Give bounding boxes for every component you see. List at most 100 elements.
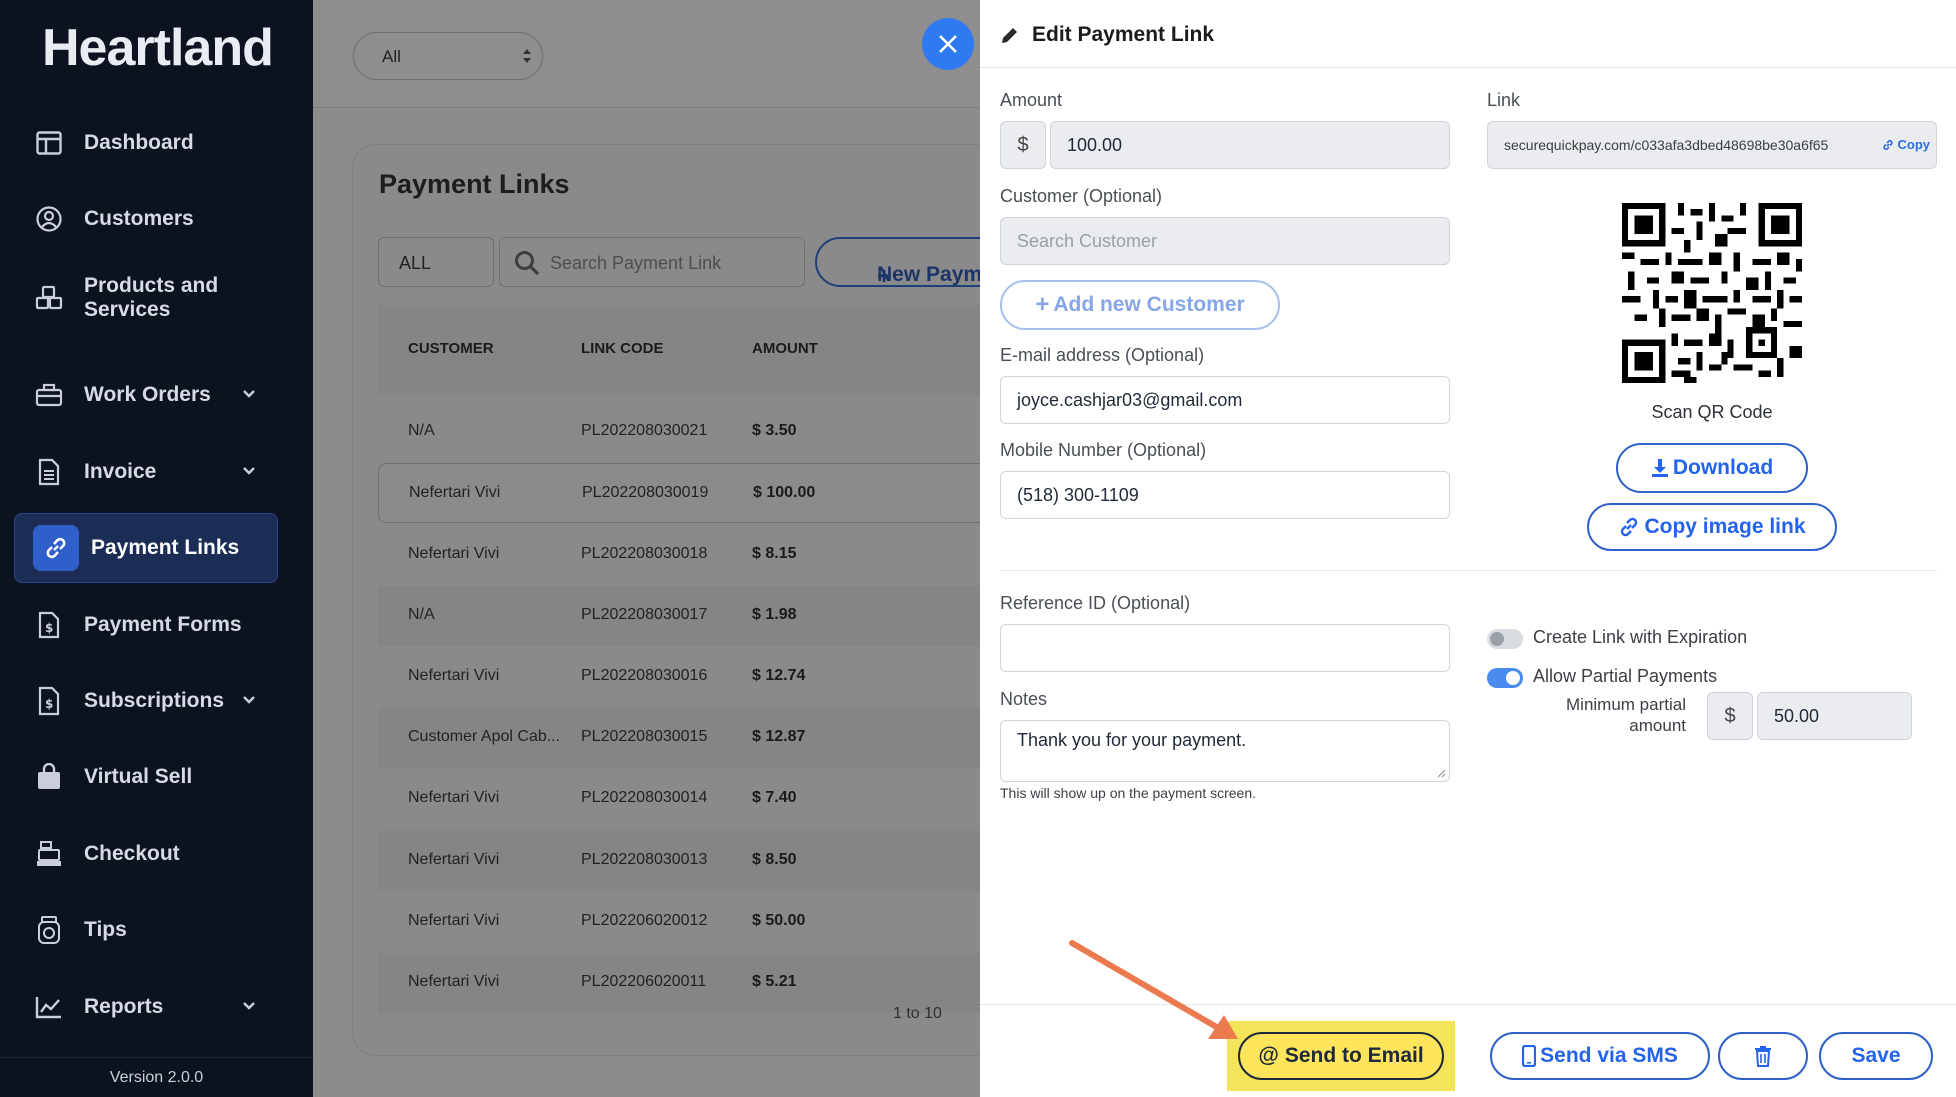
- cell-customer: Nefertari Vivi: [408, 912, 500, 929]
- link-icon: [1882, 139, 1893, 150]
- notes-value: Thank you for your payment.: [1017, 730, 1247, 750]
- close-icon: [939, 35, 957, 53]
- sidebar-item-checkout[interactable]: Checkout: [14, 819, 278, 889]
- delete-button[interactable]: [1718, 1032, 1808, 1080]
- brand-logo: Heartland: [42, 19, 274, 77]
- toggle-knob: [1490, 632, 1504, 646]
- cell-link-code: PL202208030018: [581, 545, 708, 562]
- cell-amount: $ 50.00: [752, 912, 806, 929]
- document-icon: [34, 457, 64, 487]
- cell-link-code: PL202208030016: [581, 667, 708, 684]
- new-button-label: New Paym: [877, 263, 980, 286]
- sidebar-item-payment-links[interactable]: Payment Links: [14, 513, 278, 583]
- table-row[interactable]: N/A PL202208030017 $ 1.98: [378, 586, 980, 646]
- min-partial-amount-input[interactable]: 50.00: [1757, 692, 1912, 740]
- table-row[interactable]: Nefertari Vivi PL202208030019 $ 100.00: [378, 463, 980, 523]
- table-row[interactable]: Nefertari Vivi PL202208030014 $ 7.40: [378, 769, 980, 829]
- qr-code-image: [1622, 203, 1802, 383]
- sidebar-item-customers[interactable]: Customers: [14, 184, 278, 254]
- cell-customer: N/A: [408, 422, 435, 439]
- cash-register-icon: [34, 839, 64, 869]
- download-button[interactable]: Download: [1616, 443, 1808, 493]
- search-input[interactable]: Search Payment Link: [499, 237, 805, 287]
- table-row[interactable]: Nefertari Vivi PL202208030013 $ 8.50: [378, 831, 980, 891]
- customer-label: Customer (Optional): [1000, 186, 1163, 206]
- user-circle-icon: [34, 204, 64, 234]
- location-select[interactable]: All: [353, 32, 543, 80]
- currency-addon: $: [1000, 121, 1046, 169]
- dollar-file-icon: $: [34, 610, 64, 640]
- sidebar-item-invoice[interactable]: Invoice: [14, 437, 278, 507]
- cell-link-code: PL202208030019: [582, 484, 709, 501]
- amount-label: Amount: [1000, 90, 1063, 110]
- panel-title: Edit Payment Link: [1032, 23, 1215, 46]
- cell-link-code: PL202208030017: [581, 606, 708, 623]
- dollar-file-icon: $: [34, 686, 64, 716]
- sidebar-item-label: Payment Links: [91, 536, 240, 559]
- cell-amount: $ 12.74: [752, 667, 806, 684]
- table-row[interactable]: Customer Apol Cab... PL202208030015 $ 12…: [378, 708, 980, 768]
- chevron-down-icon: [242, 386, 256, 404]
- sidebar-item-products-and-services[interactable]: Products and Services: [14, 263, 278, 333]
- sidebar-item-dashboard[interactable]: Dashboard: [14, 108, 278, 178]
- sidebar-item-label: Checkout: [84, 842, 180, 865]
- column-header: CUSTOMER: [408, 340, 494, 357]
- close-panel-button[interactable]: [922, 18, 974, 70]
- table-row[interactable]: N/A PL202208030021 $ 3.50: [378, 402, 980, 462]
- link-url: securequickpay.com/c033afa3dbed48698be30…: [1504, 137, 1829, 153]
- send-via-sms-button[interactable]: Send via SMS: [1490, 1032, 1710, 1080]
- currency-addon: $: [1707, 692, 1753, 740]
- download-label: Download: [1672, 456, 1774, 479]
- cell-customer: Nefertari Vivi: [408, 667, 500, 684]
- sidebar-item-tips[interactable]: Tips: [14, 895, 278, 965]
- copy-link-button[interactable]: Copy: [1882, 137, 1930, 152]
- add-customer-button[interactable]: + Add new Customer: [1000, 280, 1280, 330]
- sidebar-item-virtual-sell[interactable]: Virtual Sell: [14, 742, 278, 812]
- edit-payment-link-panel: Edit Payment Link Amount $ 100.00 Custom…: [980, 0, 1956, 1097]
- expiration-toggle[interactable]: [1487, 629, 1523, 649]
- mobile-field[interactable]: (518) 300-1109: [1000, 471, 1450, 519]
- link-field[interactable]: securequickpay.com/c033afa3dbed48698be30…: [1487, 121, 1937, 169]
- table-row[interactable]: Nefertari Vivi PL202206020012 $ 50.00: [378, 892, 980, 952]
- notes-textarea[interactable]: Thank you for your payment.: [1000, 720, 1450, 782]
- toggle-knob: [1506, 671, 1520, 685]
- status-filter[interactable]: ALL: [378, 237, 494, 287]
- send-to-email-button[interactable]: @ Send to Email: [1238, 1032, 1444, 1080]
- copy-image-link-button[interactable]: Copy image link: [1587, 503, 1837, 551]
- save-button[interactable]: Save: [1819, 1032, 1933, 1080]
- cell-amount: $ 7.40: [752, 789, 797, 806]
- sidebar-item-subscriptions[interactable]: $ Subscriptions: [14, 666, 278, 736]
- column-header: LINK CODE: [581, 340, 664, 357]
- cell-customer: Nefertari Vivi: [408, 789, 500, 806]
- partial-payments-toggle[interactable]: [1487, 668, 1523, 688]
- sidebar-item-label: Virtual Sell: [84, 765, 193, 788]
- sidebar-item-label: Reports: [84, 995, 164, 1018]
- sidebar-item-reports[interactable]: Reports: [14, 972, 278, 1042]
- notes-label: Notes: [1000, 689, 1048, 709]
- amount-input[interactable]: 100.00: [1050, 121, 1450, 169]
- coin-jar-icon: [34, 915, 64, 945]
- sidebar-item-payment-forms[interactable]: $ Payment Forms: [14, 590, 278, 660]
- chevron-down-icon: [242, 998, 256, 1016]
- link-icon: [1621, 517, 1638, 537]
- reference-id-field[interactable]: [1000, 624, 1450, 672]
- cell-customer: Nefertari Vivi: [408, 851, 500, 868]
- email-field[interactable]: joyce.cashjar03@gmail.com: [1000, 376, 1450, 424]
- sidebar-item-label: Products and Services: [84, 274, 219, 321]
- column-header: AMOUNT: [752, 340, 818, 357]
- plus-icon: +: [1035, 291, 1050, 318]
- chart-line-icon: [34, 992, 64, 1022]
- table-row[interactable]: Nefertari Vivi PL202208030018 $ 8.15: [378, 525, 980, 585]
- table-row[interactable]: Nefertari Vivi PL202208030016 $ 12.74: [378, 647, 980, 707]
- select-arrows-icon: [523, 49, 531, 63]
- table-row[interactable]: Nefertari Vivi PL202206020011 $ 5.21: [378, 953, 980, 1013]
- cell-amount: $ 100.00: [753, 484, 816, 501]
- pencil-icon: [1002, 28, 1017, 43]
- app-version: Version 2.0.0: [0, 1057, 313, 1097]
- search-icon: [515, 251, 540, 276]
- sidebar-item-work-orders[interactable]: Work Orders: [14, 360, 278, 430]
- customer-search-input[interactable]: Search Customer: [1000, 217, 1450, 265]
- save-label: Save: [1851, 1044, 1901, 1067]
- new-payment-link-button[interactable]: + New Paym: [815, 237, 980, 290]
- send-email-label: Send to Email: [1284, 1044, 1424, 1067]
